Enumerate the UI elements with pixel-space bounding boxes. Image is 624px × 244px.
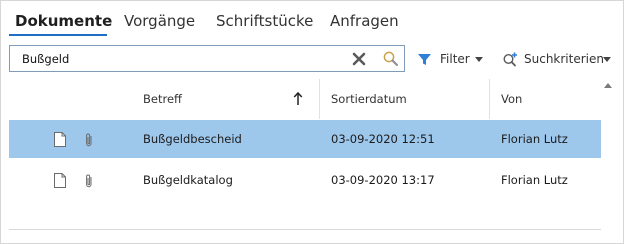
add-search-icon <box>503 52 517 67</box>
clear-search-icon[interactable] <box>351 51 367 67</box>
filter-button[interactable]: Filter <box>411 46 491 73</box>
cell-von: Florian Lutz <box>501 132 568 146</box>
table-row[interactable]: Bußgeldkatalog 03-09-2020 13:17 Florian … <box>9 161 601 199</box>
filter-button-label: Filter <box>440 52 470 66</box>
cell-betreff: Bußgeldbescheid <box>143 132 242 146</box>
paperclip-icon <box>86 174 92 188</box>
chevron-down-icon <box>475 57 483 62</box>
cell-sortierdatum: 03-09-2020 13:17 <box>331 173 435 187</box>
search-criteria-button[interactable]: Suchkriterien <box>497 46 619 73</box>
column-separator[interactable] <box>489 79 490 119</box>
column-header-betreff[interactable]: Betreff <box>143 92 182 106</box>
search-criteria-label: Suchkriterien <box>524 52 604 66</box>
tab-bar: Dokumente Vorgänge Schriftstücke Anfrage… <box>1 1 623 39</box>
results-table: Betreff Sortierdatum Von Bußgeldbescheid… <box>9 79 601 230</box>
tab-schriftstuecke[interactable]: Schriftstücke <box>216 11 313 31</box>
cell-sortierdatum: 03-09-2020 12:51 <box>331 132 435 146</box>
funnel-icon <box>418 54 431 65</box>
search-input[interactable] <box>10 46 340 71</box>
chevron-down-icon <box>603 57 611 62</box>
tab-dokumente[interactable]: Dokumente <box>15 11 112 31</box>
paperclip-icon <box>86 133 92 147</box>
cell-von: Florian Lutz <box>501 173 568 187</box>
cell-betreff: Bußgeldkatalog <box>143 173 233 187</box>
table-row[interactable]: Bußgeldbescheid 03-09-2020 12:51 Florian… <box>9 120 601 158</box>
search-box <box>9 45 405 72</box>
column-header-sortierdatum[interactable]: Sortierdatum <box>331 92 407 106</box>
document-icon <box>54 132 66 147</box>
table-header: Betreff Sortierdatum Von <box>9 79 601 119</box>
active-tab-indicator <box>9 34 107 36</box>
document-search-panel: Dokumente Vorgänge Schriftstücke Anfrage… <box>0 0 624 244</box>
magnifier-icon[interactable] <box>382 50 400 68</box>
tab-vorgaenge[interactable]: Vorgänge <box>124 11 195 31</box>
document-icon <box>54 173 66 188</box>
column-separator[interactable] <box>319 79 320 119</box>
sort-ascending-icon[interactable] <box>292 91 304 107</box>
scroll-up-icon[interactable] <box>603 81 613 89</box>
tab-anfragen[interactable]: Anfragen <box>330 11 399 31</box>
column-header-von[interactable]: Von <box>501 92 522 106</box>
